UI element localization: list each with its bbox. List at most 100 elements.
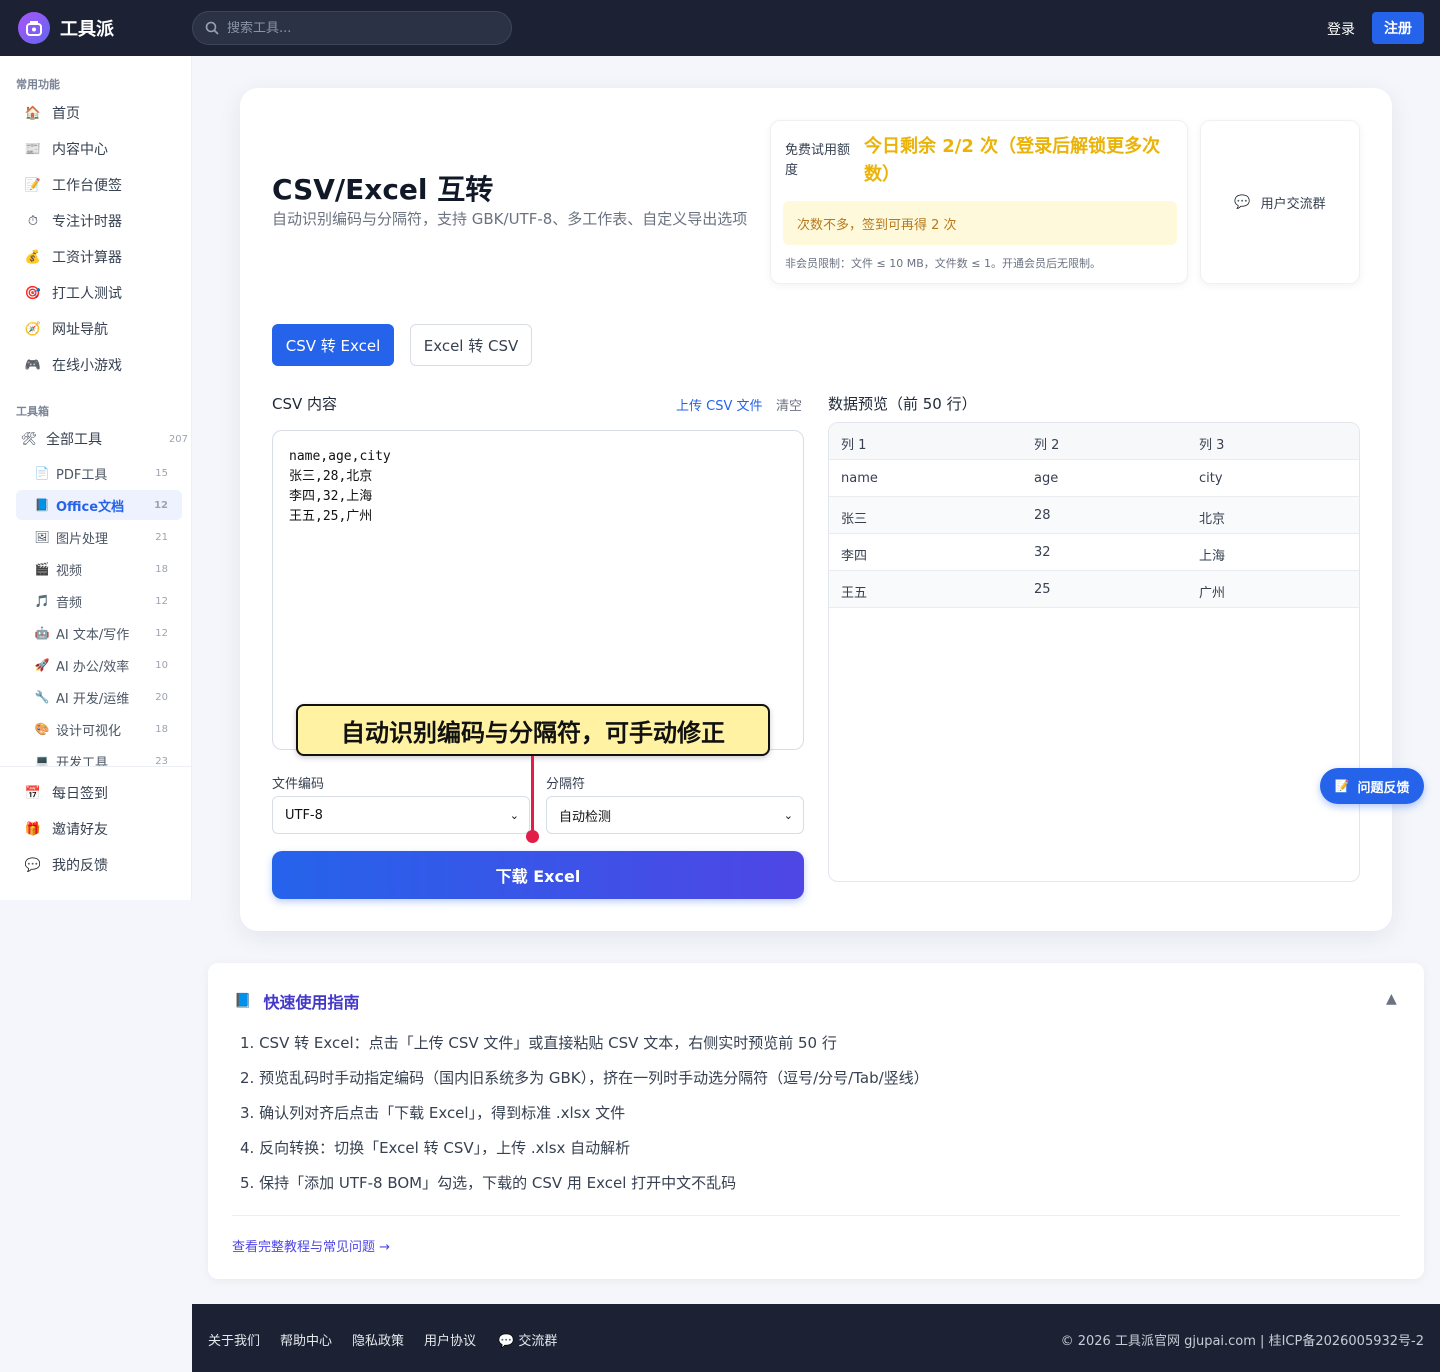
palette-icon: 🎨	[34, 722, 50, 736]
quota-card: 免费试用额度 今日剩余 2/2 次（登录后解锁更多次数） 次数不多，签到可再得 …	[770, 120, 1188, 284]
footer-link-privacy[interactable]: 隐私政策	[352, 1330, 404, 1349]
sidebar-item-feedback[interactable]: 💬 我的反馈	[16, 849, 182, 881]
collapse-icon[interactable]: ▲	[1386, 991, 1397, 1007]
sidebar-item-label: 我的反馈	[52, 858, 108, 874]
tab-excel-to-csv[interactable]: Excel 转 CSV	[410, 324, 532, 366]
calendar-icon: 📅	[24, 785, 42, 801]
money-bag-icon: 💰	[24, 249, 42, 265]
sidebar-item-label: 专注计时器	[52, 214, 122, 230]
tool-count: 21	[155, 531, 168, 543]
tools-icon: 🛠	[20, 431, 38, 447]
table-row: 王五 25 广州	[829, 571, 1359, 608]
preview-label: 数据预览（前 50 行）	[828, 395, 977, 413]
csv-line: name,age,city	[289, 449, 391, 464]
table-cell: 北京	[1199, 512, 1226, 527]
sidebar-item-label: 网址导航	[52, 322, 108, 338]
download-excel-button[interactable]: 下载 Excel	[272, 851, 804, 899]
tool-count: 18	[155, 563, 168, 575]
guide-header[interactable]: 📘 快速使用指南	[234, 989, 359, 1013]
tool-count: 12	[155, 595, 168, 607]
table-cell: 32	[1034, 545, 1051, 560]
footer-link-help[interactable]: 帮助中心	[280, 1330, 332, 1349]
csv-textarea[interactable]: name,age,city 张三,28,北京 李四,32,上海 王五,25,广州	[272, 430, 804, 750]
sidebar-subitem-pdf[interactable]: 📄 PDF工具 15	[16, 458, 182, 488]
sidebar-subitem-video[interactable]: 🎬 视频 18	[16, 554, 182, 584]
sidebar-item-label: 全部工具	[46, 432, 102, 448]
guide-step: 5. 保持「添加 UTF-8 BOM」勾选，下载的 CSV 用 Excel 打开…	[240, 1174, 737, 1192]
sidebar-item-notes[interactable]: 📝 工作台便签	[16, 169, 182, 201]
sidebar-item-games[interactable]: 🎮 在线小游戏	[16, 349, 182, 381]
delimiter-label: 分隔符	[546, 777, 586, 792]
sidebar-item-label: 邀请好友	[52, 822, 108, 838]
footer-link-about[interactable]: 关于我们	[208, 1330, 260, 1349]
register-button[interactable]: 注册	[1372, 12, 1424, 44]
tool-count: 12	[154, 499, 168, 511]
book-icon: 📘	[234, 993, 252, 1009]
sidebar-section-tools: 工具箱	[16, 405, 49, 418]
sidebar-subitem-ai-office[interactable]: 🚀 AI 办公/效率 10	[16, 650, 182, 680]
encoding-select[interactable]: UTF-8 ⌄	[272, 796, 530, 834]
column-header: 列 1	[841, 438, 867, 453]
table-row: name age city	[829, 460, 1359, 497]
sidebar-item-label: 每日签到	[52, 786, 108, 802]
sidebar-item-checkin[interactable]: 📅 每日签到	[16, 777, 182, 809]
converter-card: CSV/Excel 互转 自动识别编码与分隔符，支持 GBK/UTF-8、多工作…	[240, 88, 1392, 931]
user-group-label: 用户交流群	[1260, 196, 1326, 212]
delimiter-select[interactable]: 自动检测 ⌄	[546, 796, 804, 834]
search-input[interactable]	[227, 20, 487, 36]
home-icon: 🏠	[24, 105, 42, 121]
csv-line: 李四,32,上海	[289, 489, 373, 504]
quota-note: 非会员限制：文件 ≤ 10 MB，文件数 ≤ 1。开通会员后无限制。	[785, 257, 1101, 270]
tool-count: 207	[168, 433, 188, 445]
gamepad-icon: 🎮	[24, 357, 42, 373]
sidebar-subitem-ai-dev[interactable]: 🔧 AI 开发/运维 20	[16, 682, 182, 712]
feedback-label: 问题反馈	[1357, 780, 1410, 796]
chevron-down-icon: ⌄	[783, 808, 793, 822]
login-link[interactable]: 登录	[1327, 19, 1355, 39]
page-title: CSV/Excel 互转	[272, 173, 494, 206]
search-bar[interactable]	[192, 11, 512, 45]
sidebar-item-salary[interactable]: 💰 工资计算器	[16, 241, 182, 273]
table-cell: 28	[1034, 508, 1051, 523]
robot-icon: 🤖	[34, 626, 50, 640]
footer-link-group[interactable]: 💬 交流群	[498, 1330, 557, 1349]
upload-csv-link[interactable]: 上传 CSV 文件	[676, 395, 763, 414]
full-tutorial-link[interactable]: 查看完整教程与常见问题 →	[232, 1236, 390, 1255]
sidebar-item-invite[interactable]: 🎁 邀请好友	[16, 813, 182, 845]
annotation-callout: 自动识别编码与分隔符，可手动修正	[296, 704, 770, 756]
stopwatch-icon: ⏱	[27, 213, 39, 229]
sidebar-subitem-image[interactable]: 🖼 图片处理 21	[16, 522, 182, 552]
sidebar-item-content[interactable]: 📰 内容中心	[16, 133, 182, 165]
guide-divider	[232, 1215, 1400, 1216]
user-group-card[interactable]: 💬 用户交流群	[1200, 120, 1360, 284]
sidebar-item-home[interactable]: 🏠 首页	[16, 97, 182, 129]
brand-name: 工具派	[60, 19, 114, 40]
sidebar-subitem-audio[interactable]: 🎵 音频 12	[16, 586, 182, 616]
sidebar-item-label: 首页	[52, 106, 80, 122]
guide-step: 4. 反向转换：切换「Excel 转 CSV」，上传 .xlsx 自动解析	[240, 1139, 631, 1157]
wrench-icon: 🔧	[34, 690, 50, 704]
sidebar-item-all-tools[interactable]: 🛠 全部工具 207	[16, 423, 188, 455]
sidebar: 常用功能 🏠 首页 📰 内容中心 📝 工作台便签 ⏱ 专注计时器 💰 工资计算器 🎯 打工人…	[0, 56, 192, 900]
quick-guide-card: 📘 快速使用指南 ▲ 1. CSV 转 Excel：点击「上传 CSV 文件」或…	[208, 963, 1424, 1279]
footer-link-terms[interactable]: 用户协议	[424, 1330, 476, 1349]
sidebar-subitem-ai-writing[interactable]: 🤖 AI 文本/写作 12	[16, 618, 182, 648]
sidebar-subitem-office[interactable]: 📘 Office文档 12	[16, 490, 182, 520]
sidebar-item-nav[interactable]: 🧭 网址导航	[16, 313, 182, 345]
sidebar-item-test[interactable]: 🎯 打工人测试	[16, 277, 182, 309]
feedback-float-button[interactable]: 📝 问题反馈	[1320, 768, 1424, 804]
sidebar-item-label: 工资计算器	[52, 250, 122, 266]
clear-link[interactable]: 清空	[776, 395, 802, 414]
sidebar-item-label: Office文档	[56, 499, 125, 515]
quota-tip: 次数不多，签到可再得 2 次	[783, 201, 1177, 245]
column-header: 列 2	[1034, 438, 1060, 453]
gift-icon: 🎁	[24, 821, 42, 837]
speech-bubble-icon: 💬	[24, 857, 42, 873]
table-cell: 25	[1034, 582, 1051, 597]
sidebar-item-timer[interactable]: ⏱ 专注计时器	[16, 205, 182, 237]
tab-csv-to-excel[interactable]: CSV 转 Excel	[272, 324, 394, 366]
page-icon: 📄	[34, 466, 50, 480]
logo[interactable]: 工具派	[18, 12, 114, 44]
delimiter-value: 自动检测	[559, 809, 612, 825]
sidebar-subitem-design[interactable]: 🎨 设计可视化 18	[16, 714, 182, 744]
